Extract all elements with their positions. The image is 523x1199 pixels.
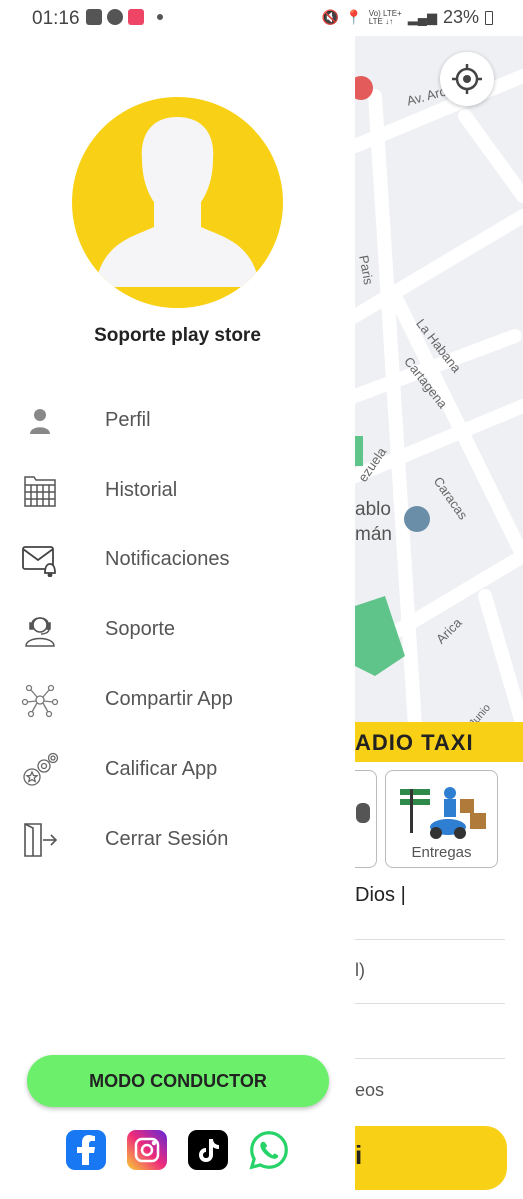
facebook-icon[interactable] — [66, 1130, 106, 1170]
sheet-row-text[interactable]: l) — [355, 960, 365, 981]
battery-percent: 23% — [442, 7, 479, 27]
service-card-taxi[interactable] — [355, 770, 377, 868]
support-agent-icon — [20, 610, 60, 650]
menu-label: Cerrar Sesión — [105, 828, 229, 850]
status-bar: 01:16 🔇 📍 Vo) LTE+ LTE ↓↑ ▂▄▆ 23% — [0, 0, 523, 36]
delivery-scooter-icon — [400, 787, 486, 839]
divider — [355, 939, 505, 940]
service-card-deliveries[interactable]: Entregas — [385, 770, 498, 868]
menu-item-logout[interactable]: Cerrar Sesión — [0, 810, 355, 870]
menu-item-profile[interactable]: Perfil — [0, 391, 355, 451]
whatsapp-icon[interactable] — [249, 1130, 289, 1170]
messenger-icon — [107, 9, 123, 25]
signal-icon: ▂▄▆ — [407, 9, 437, 25]
map-streets — [355, 69, 523, 726]
menu-item-rate-app[interactable]: Calificar App — [0, 740, 355, 800]
menu-label: Compartir App — [105, 688, 233, 710]
mail-bell-icon — [20, 540, 60, 580]
map-view[interactable]: Av. Arc Paris La Habana Cartagena ezuela… — [355, 36, 523, 726]
menu-label: Calificar App — [105, 758, 218, 780]
default-user-silhouette-icon — [72, 117, 283, 308]
rating-badges-icon — [20, 750, 60, 790]
status-time: 01:16 — [32, 8, 80, 29]
request-button[interactable]: i — [355, 1126, 507, 1190]
destination-text[interactable]: Dios | — [355, 884, 406, 907]
menu-label: Notificaciones — [105, 548, 230, 570]
battery-icon — [485, 10, 493, 25]
menu-item-share-app[interactable]: Compartir App — [0, 670, 355, 730]
avatar[interactable] — [72, 97, 283, 308]
instagram-icon[interactable] — [127, 1130, 167, 1170]
tiktok-icon[interactable] — [188, 1130, 228, 1170]
mute-icon: 🔇 — [321, 9, 340, 25]
booking-sheet: ADIO TAXI Entregas Dios | l) eos i — [355, 722, 523, 1199]
brand-banner: ADIO TAXI — [355, 722, 523, 762]
place-label: mán — [355, 524, 392, 545]
calendar-folder-icon — [20, 471, 60, 511]
profile-name: Soporte play store — [94, 325, 261, 346]
person-icon — [20, 401, 60, 441]
tiktok-notif-icon — [128, 9, 144, 25]
my-location-button[interactable] — [440, 52, 494, 106]
location-icon: 📍 — [345, 9, 363, 25]
more-dot-icon — [157, 14, 163, 20]
share-network-icon — [20, 680, 60, 720]
network-type: Vo) LTE+ LTE ↓↑ — [368, 8, 402, 26]
navigation-drawer: Soporte play store Perfil Historial Noti… — [0, 36, 355, 1199]
gallery-icon — [86, 9, 102, 25]
place-label: ablo — [355, 499, 391, 520]
sheet-row-text[interactable]: eos — [355, 1080, 384, 1101]
menu-item-support[interactable]: Soporte — [0, 600, 355, 660]
menu-item-notifications[interactable]: Notificaciones — [0, 530, 355, 590]
brand-logo-text: ADIO TAXI — [355, 730, 474, 755]
crosshair-icon — [452, 64, 482, 94]
notification-icons — [86, 9, 163, 25]
divider — [355, 1058, 505, 1059]
menu-label: Perfil — [105, 409, 151, 431]
menu-item-history[interactable]: Historial — [0, 461, 355, 521]
system-icons: 🔇 📍 Vo) LTE+ LTE ↓↑ ▂▄▆ 23% — [322, 7, 493, 28]
social-links — [0, 1130, 355, 1174]
divider — [355, 1003, 505, 1004]
menu-label: Historial — [105, 479, 178, 501]
logout-door-icon — [20, 820, 60, 860]
driver-mode-button[interactable]: MODO CONDUCTOR — [27, 1055, 329, 1107]
service-label: Entregas — [411, 844, 472, 861]
menu-label: Soporte — [105, 618, 176, 640]
car-icon — [356, 803, 370, 823]
request-button-label: i — [355, 1140, 363, 1170]
